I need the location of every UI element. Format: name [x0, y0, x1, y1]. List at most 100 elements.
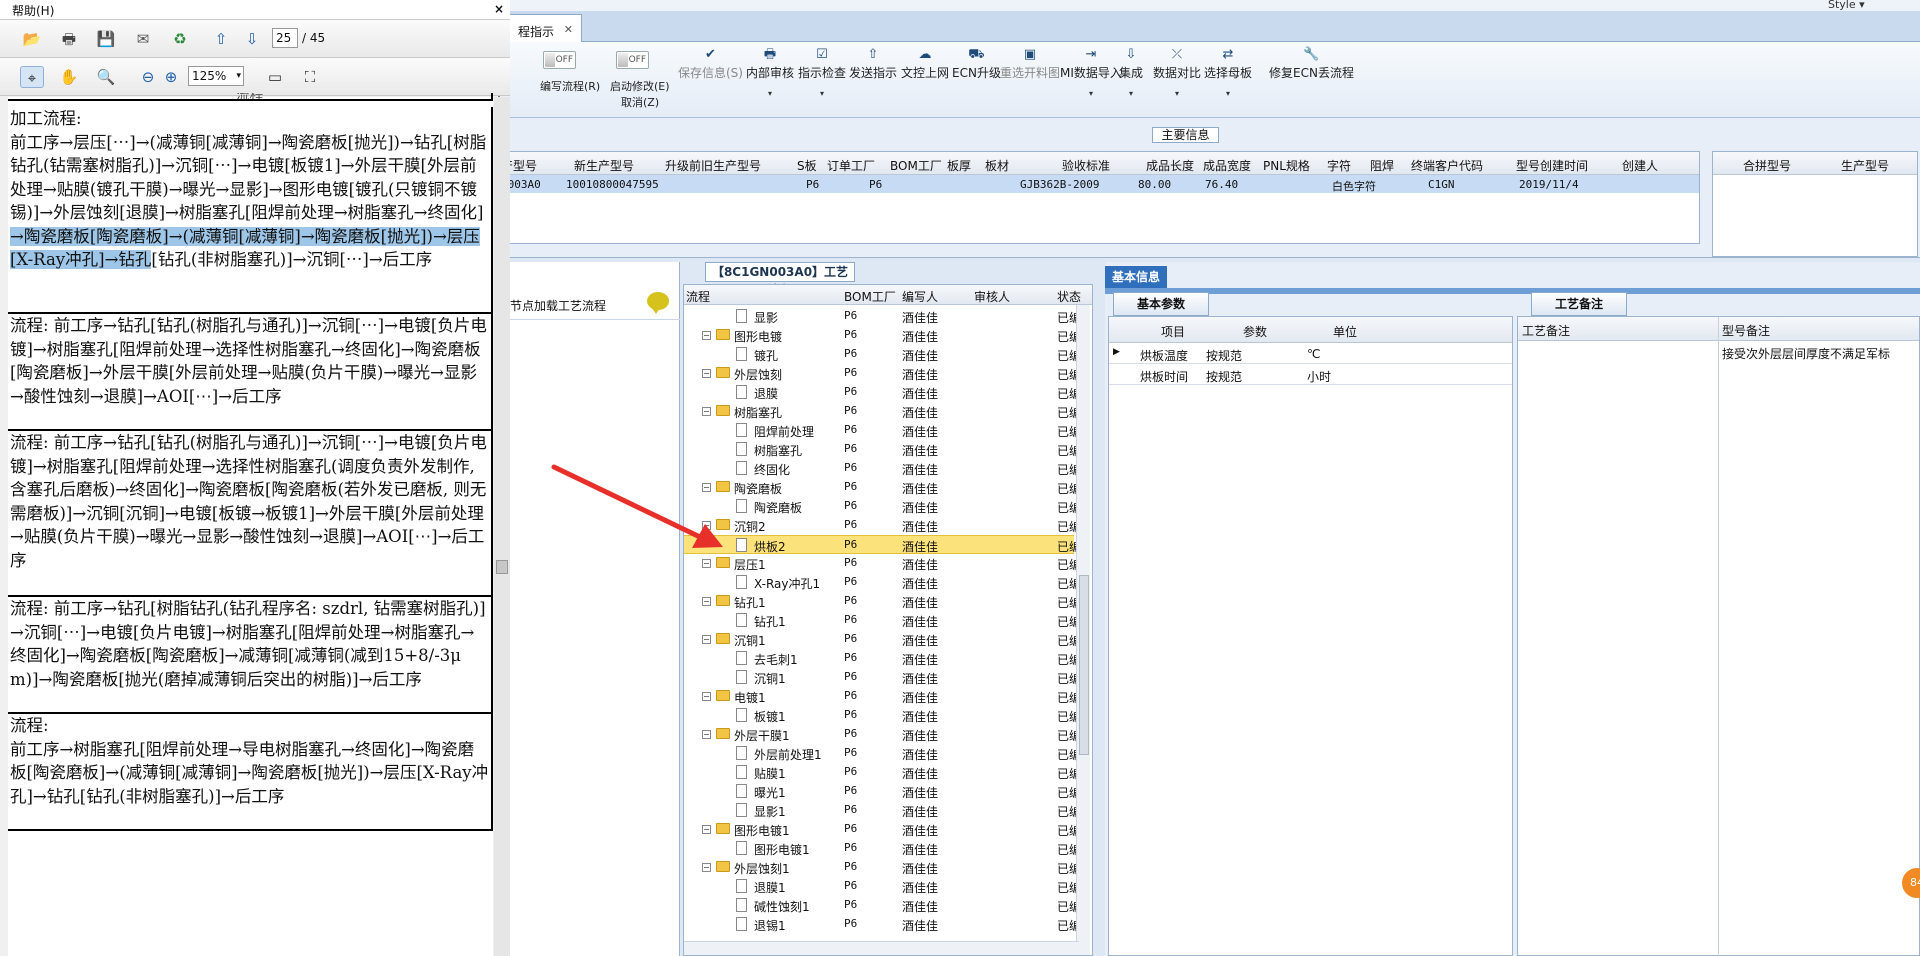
- model-remark-text[interactable]: 接受次外层层间厚度不满足军标: [1722, 345, 1890, 362]
- collapse-icon[interactable]: −: [702, 863, 711, 872]
- data-compare-button[interactable]: ⤫ 数据对比 ▾: [1153, 46, 1201, 98]
- fit-width-icon[interactable]: ▭: [263, 66, 287, 88]
- page-down-icon[interactable]: ⇩: [240, 28, 264, 50]
- tree-folder-row[interactable]: − 电镀1 P6 酒佳佳 已编写: [684, 687, 1077, 706]
- collapse-icon[interactable]: −: [702, 369, 711, 378]
- tree-horizontal-scrollbar[interactable]: [684, 941, 1079, 955]
- cancel-label[interactable]: 取消(Z): [621, 94, 659, 110]
- select-motherboard-button[interactable]: ⇄ 选择母板 ▾: [1204, 46, 1252, 98]
- tab-process-instruction[interactable]: 程指示 ✕: [500, 14, 582, 42]
- tree-item-row[interactable]: 陶瓷磨板 P6 酒佳佳 已编写: [684, 497, 1077, 516]
- tree-folder-row[interactable]: − 层压1 P6 酒佳佳 已编写: [684, 554, 1077, 573]
- collapse-icon[interactable]: −: [702, 825, 711, 834]
- model-info-grid[interactable]: 产型号 新生产型号 升级前旧生产型号 S板 订单工厂 BOM工厂 板厚 板材 验…: [500, 151, 1700, 244]
- cell[interactable]: 按规范: [1206, 368, 1242, 385]
- tab-close-icon[interactable]: ✕: [564, 23, 573, 36]
- reader-vertical-scrollbar[interactable]: [494, 97, 510, 956]
- combined-model-grid[interactable]: 合拼型号 生产型号: [1712, 151, 1918, 257]
- dropdown-arrow-icon[interactable]: ▾: [746, 89, 794, 98]
- tree-item-row[interactable]: 树脂塞孔 P6 酒佳佳 已编写: [684, 440, 1077, 459]
- repair-ecn-flow-button[interactable]: 🔧 修复ECN丢流程: [1269, 46, 1354, 81]
- tree-item-row[interactable]: 曝光1 P6 酒佳佳 已编写: [684, 782, 1077, 801]
- scroll-thumb[interactable]: [1079, 575, 1089, 755]
- select-cursor-icon[interactable]: ⌖: [20, 66, 44, 88]
- tree-item-row[interactable]: 钻孔1 P6 酒佳佳 已编写: [684, 611, 1077, 630]
- tree-item-row[interactable]: 板镀1 P6 酒佳佳 已编写: [684, 706, 1077, 725]
- dropdown-arrow-icon[interactable]: ▾: [1060, 89, 1122, 98]
- tree-item-row[interactable]: 图形电镀1 P6 酒佳佳 已编写: [684, 839, 1077, 858]
- collapse-icon[interactable]: −: [702, 483, 711, 492]
- tree-folder-row[interactable]: − 沉铜1 P6 酒佳佳 已编写: [684, 630, 1077, 649]
- tree-folder-row[interactable]: − 钻孔1 P6 酒佳佳 已编写: [684, 592, 1077, 611]
- open-folder-icon[interactable]: 📂: [20, 28, 44, 50]
- close-icon[interactable]: ×: [494, 2, 504, 16]
- process-remarks-grid[interactable]: 工艺备注 型号备注 接受次外层层间厚度不满足军标: [1517, 316, 1920, 956]
- tree-item-row[interactable]: 镀孔 P6 酒佳佳 已编写: [684, 345, 1077, 364]
- collapse-icon[interactable]: −: [702, 521, 711, 530]
- tree-folder-row[interactable]: − 外层干膜1 P6 酒佳佳 已编写: [684, 725, 1077, 744]
- instruction-check-button[interactable]: ☑ 指示检查 ▾: [798, 46, 846, 98]
- tree-item-row[interactable]: 终固化 P6 酒佳佳 已编写: [684, 459, 1077, 478]
- internal-review-button[interactable]: 🖶 内部审核 ▾: [746, 46, 794, 98]
- collapse-icon[interactable]: −: [702, 730, 711, 739]
- zoom-in-icon[interactable]: ⊕: [159, 66, 183, 88]
- email-icon[interactable]: ✉: [131, 28, 155, 50]
- doc-control-online-button[interactable]: ☁ 文控上网: [901, 46, 949, 81]
- table-row[interactable]: 烘板时间 按规范 小时: [1109, 364, 1512, 385]
- save-info-button[interactable]: ✔ 保存信息(S): [678, 46, 743, 81]
- fit-page-icon[interactable]: ⛶: [298, 66, 322, 88]
- collapse-icon[interactable]: −: [702, 559, 711, 568]
- page-up-icon[interactable]: ⇧: [209, 28, 233, 50]
- tree-item-row[interactable]: 烘板2 P6 酒佳佳 已编写: [684, 535, 1077, 554]
- tree-item-row[interactable]: 外层前处理1 P6 酒佳佳 已编写: [684, 744, 1077, 763]
- share-icon[interactable]: ♻: [168, 28, 192, 50]
- cell[interactable]: 按规范: [1206, 347, 1242, 364]
- print-icon[interactable]: 🖶: [57, 28, 81, 50]
- tree-item-row[interactable]: 退锡1 P6 酒佳佳 已编写: [684, 915, 1077, 934]
- page-number-input[interactable]: 25: [272, 28, 298, 48]
- collapse-icon[interactable]: −: [702, 597, 711, 606]
- collapse-icon[interactable]: −: [702, 692, 711, 701]
- hand-tool-icon[interactable]: ✋: [57, 66, 81, 88]
- send-instruction-button[interactable]: ⇧ 发送指示: [849, 46, 897, 81]
- mi-data-import-button[interactable]: ⇥ MI数据导入 ▾: [1060, 46, 1122, 98]
- ecn-upgrade-button[interactable]: ⛟ ECN升级: [952, 46, 1001, 81]
- tab-basic-info[interactable]: 基本信息: [1105, 266, 1167, 288]
- collapse-icon[interactable]: −: [702, 331, 711, 340]
- basic-params-grid[interactable]: 项目 参数 单位 ▶ 烘板温度 按规范 ℃ 烘板时间 按规范 小时: [1108, 316, 1513, 956]
- process-tree-grid[interactable]: 流程 BOM工厂 编写人 审核人 状态 显影P6酒佳佳已编写−图形电镀P6酒佳佳…: [683, 284, 1093, 956]
- tree-folder-row[interactable]: − 外层蚀刻 P6 酒佳佳 已编写: [684, 364, 1077, 383]
- tree-folder-row[interactable]: − 沉铜2 P6 酒佳佳 已编写: [684, 516, 1077, 535]
- tree-item-row[interactable]: 显影1 P6 酒佳佳 已编写: [684, 801, 1077, 820]
- dropdown-arrow-icon[interactable]: ▾: [1204, 89, 1252, 98]
- comment-icon[interactable]: [647, 292, 669, 314]
- dropdown-arrow-icon[interactable]: ▾: [1153, 89, 1201, 98]
- tab-basic-params[interactable]: 基本参数: [1113, 292, 1209, 316]
- tree-folder-row[interactable]: − 陶瓷磨板 P6 酒佳佳 已编写: [684, 478, 1077, 497]
- tree-item-row[interactable]: X-Ray冲孔1 P6 酒佳佳 已编写: [684, 573, 1077, 592]
- tree-item-row[interactable]: 退膜 P6 酒佳佳 已编写: [684, 383, 1077, 402]
- tree-item-row[interactable]: 阻焊前处理 P6 酒佳佳 已编写: [684, 421, 1077, 440]
- zoom-out-icon[interactable]: ⊖: [136, 66, 160, 88]
- tree-folder-row[interactable]: − 图形电镀 P6 酒佳佳 已编写: [684, 326, 1077, 345]
- tab-process-remarks[interactable]: 工艺备注: [1531, 292, 1627, 316]
- tree-vertical-scrollbar[interactable]: [1076, 305, 1090, 955]
- dropdown-arrow-icon[interactable]: ▾: [798, 89, 846, 98]
- tree-item-row[interactable]: 碱性蚀刻1 P6 酒佳佳 已编写: [684, 896, 1077, 915]
- tree-folder-row[interactable]: − 外层蚀刻1 P6 酒佳佳 已编写: [684, 858, 1077, 877]
- zoom-tool-icon[interactable]: 🔍: [94, 66, 118, 88]
- start-modify-toggle[interactable]: OFF: [616, 51, 649, 69]
- edit-flow-toggle[interactable]: OFF: [543, 51, 576, 69]
- tree-item-row[interactable]: 显影 P6 酒佳佳 已编写: [684, 307, 1077, 326]
- save-icon[interactable]: 💾: [94, 28, 118, 50]
- zoom-select[interactable]: 125% ▾: [188, 66, 244, 86]
- tree-item-row[interactable]: 沉铜1 P6 酒佳佳 已编写: [684, 668, 1077, 687]
- integrate-button[interactable]: ⇩ 集成 ▾: [1119, 46, 1143, 98]
- scroll-thumb[interactable]: [496, 560, 508, 574]
- tree-item-row[interactable]: 去毛刺1 P6 酒佳佳 已编写: [684, 649, 1077, 668]
- tree-item-row[interactable]: 退膜1 P6 酒佳佳 已编写: [684, 877, 1077, 896]
- help-menu[interactable]: 帮助(H): [12, 4, 54, 18]
- reselect-cutting-chart-button[interactable]: ▣ 重选开料图: [1000, 46, 1060, 81]
- collapse-icon[interactable]: −: [702, 407, 711, 416]
- table-row[interactable]: N003A0 10010800047595 P6 P6 GJB362B-2009…: [501, 175, 1699, 193]
